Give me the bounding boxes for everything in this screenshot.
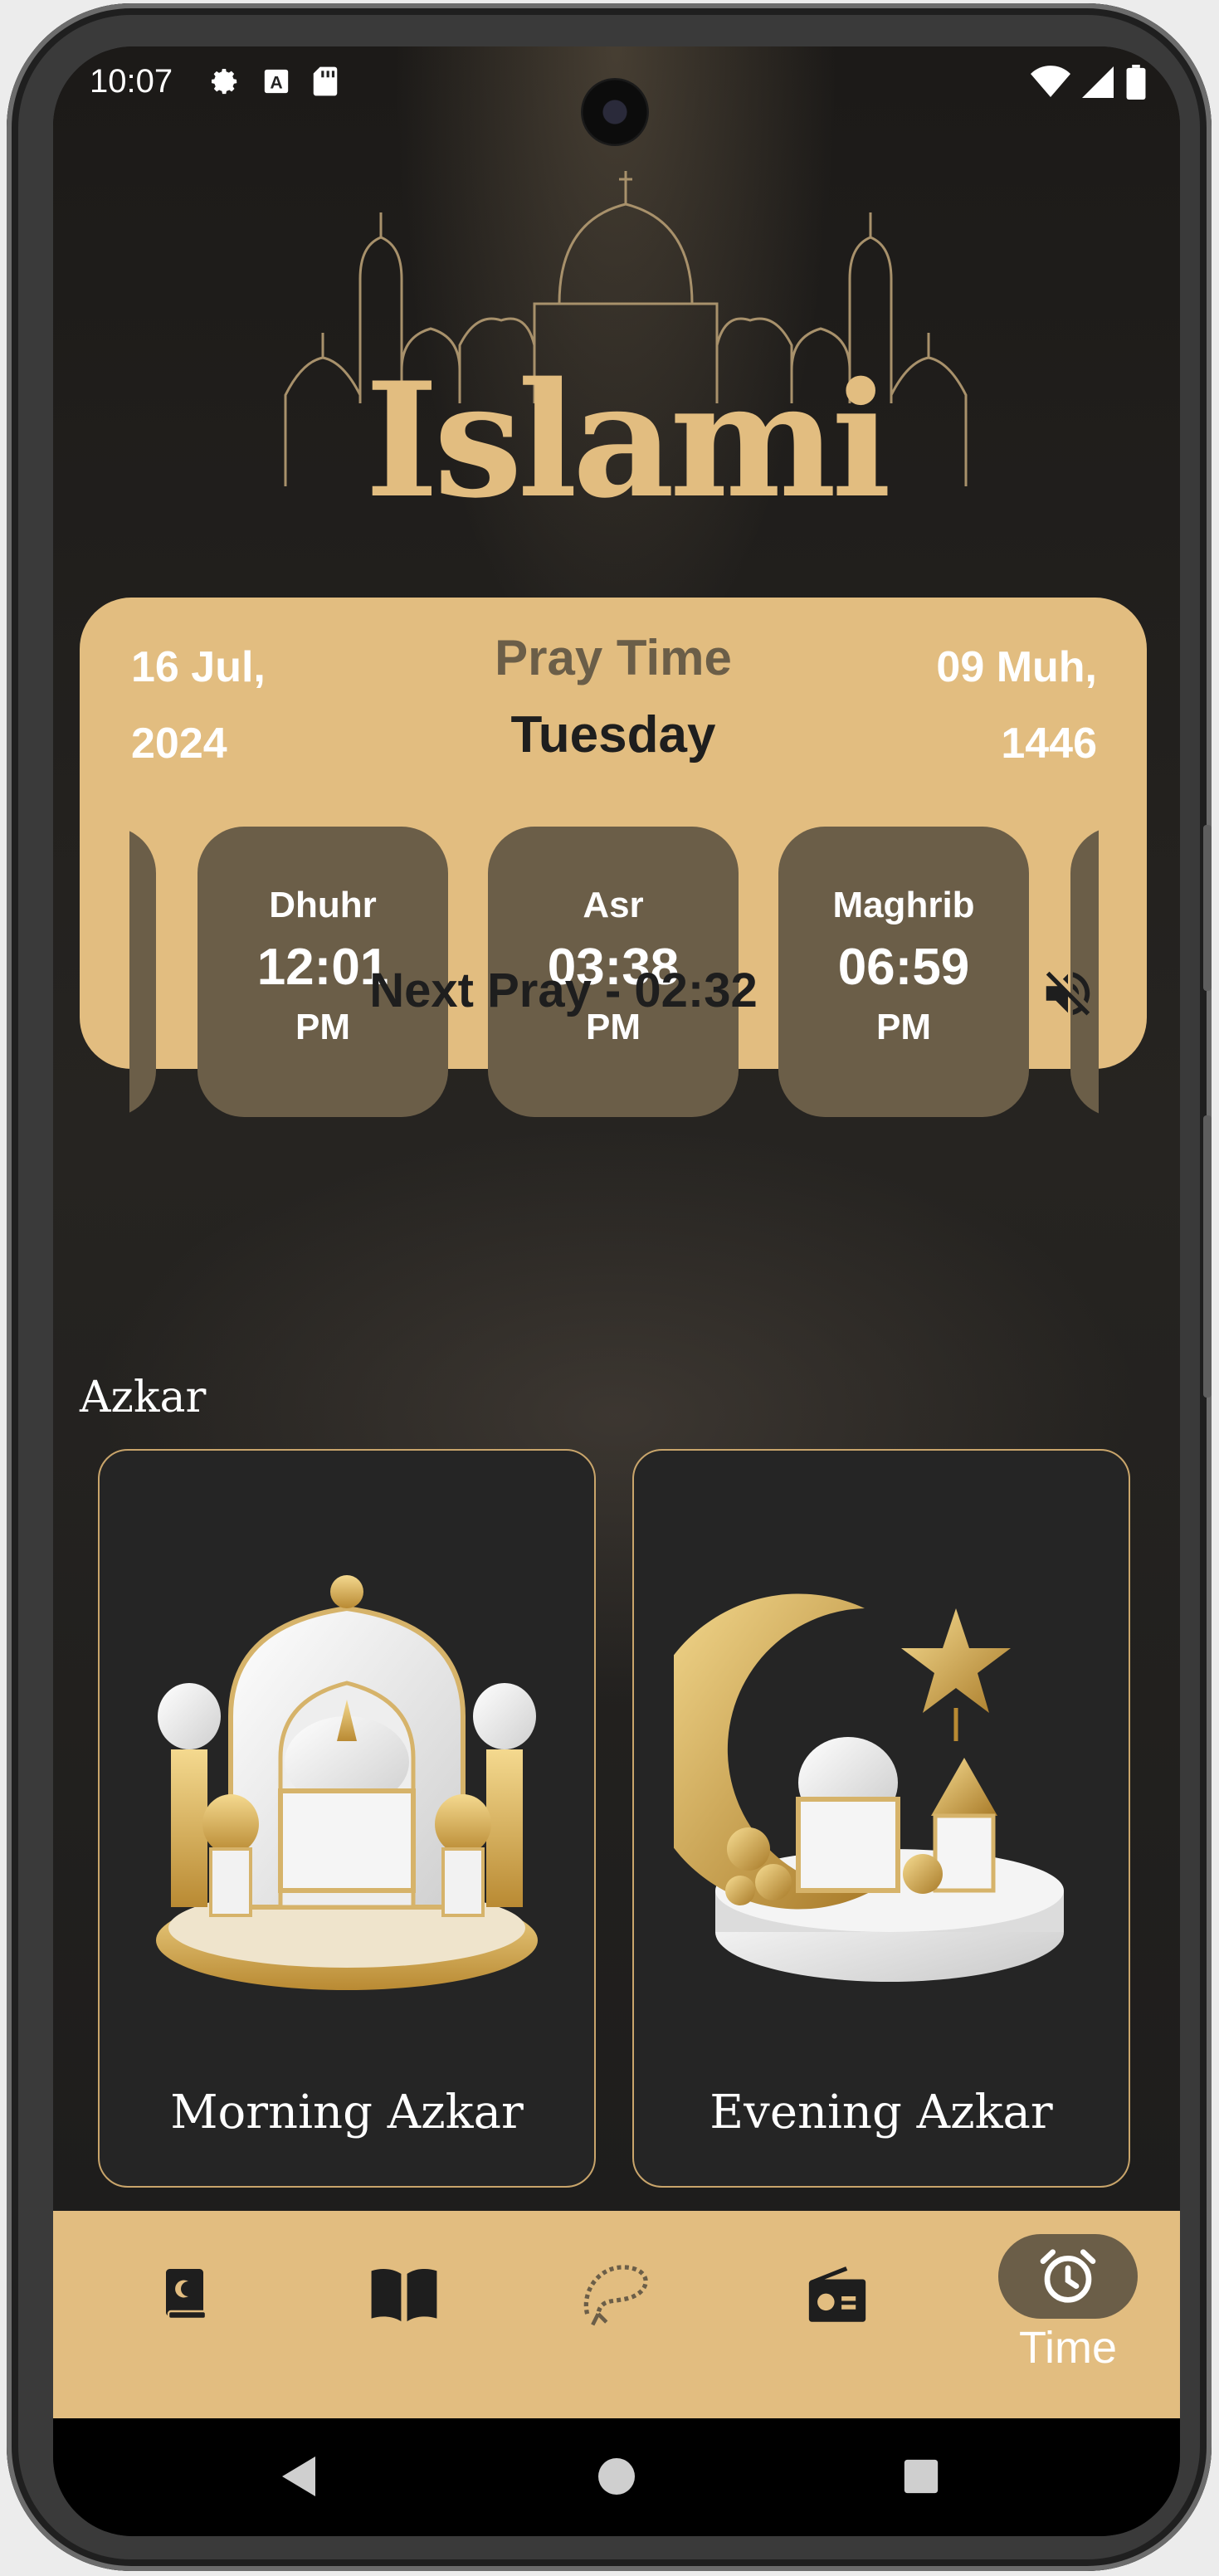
- pray-time-card: 16 Jul, 2024 Pray Time Tuesday 09 Muh, 1…: [80, 598, 1147, 1117]
- recents-icon[interactable]: [903, 2458, 939, 2495]
- cell-signal-icon: [1082, 66, 1114, 98]
- sebha-icon: [583, 2265, 648, 2326]
- logo-text: Islami: [364, 348, 891, 533]
- bottom-navigation: Time: [53, 2211, 1180, 2418]
- phone-frame: 10:07 A Islami 16 Jul, 2024 Pray Time Tu…: [7, 3, 1212, 2571]
- status-time: 10:07: [90, 63, 173, 100]
- hijri-date: 09 Muh, 1446: [936, 643, 1097, 768]
- text-a-icon: A: [264, 69, 289, 94]
- radio-icon: [808, 2266, 866, 2322]
- front-camera: [581, 78, 649, 146]
- alarm-clock-icon: [1040, 2249, 1096, 2303]
- golden-mosque-icon: [156, 1575, 538, 1990]
- nav-radio[interactable]: [770, 2211, 903, 2418]
- power-button: [1203, 1115, 1212, 1398]
- volume-off-icon: [1046, 971, 1090, 1016]
- crescent-star-mosque-icon: [674, 1593, 1064, 1982]
- morning-azkar-label: Morning Azkar: [170, 2086, 524, 2139]
- battery-icon: [1126, 65, 1146, 100]
- morning-azkar-card[interactable]: Morning Azkar: [98, 1449, 596, 2188]
- screen: 10:07 A Islami 16 Jul, 2024 Pray Time Tu…: [53, 46, 1180, 2536]
- app-logo: Islami: [236, 154, 1016, 544]
- azkar-section-title: Azkar: [80, 1373, 207, 1422]
- home-icon[interactable]: [597, 2456, 636, 2496]
- nav-hadith[interactable]: [339, 2211, 471, 2418]
- system-navigation-bar: [53, 2418, 1180, 2536]
- evening-azkar-card[interactable]: Evening Azkar: [632, 1449, 1130, 2188]
- svg-text:A: A: [270, 73, 282, 93]
- mute-button[interactable]: [1039, 964, 1097, 1022]
- volume-button: [1203, 825, 1212, 991]
- nav-sebha[interactable]: [551, 2211, 684, 2418]
- evening-azkar-label: Evening Azkar: [709, 2086, 1053, 2139]
- nav-time[interactable]: [998, 2234, 1138, 2319]
- nav-quran[interactable]: [119, 2211, 252, 2418]
- nav-time-label: Time: [1019, 2323, 1117, 2373]
- wifi-icon: [1031, 66, 1070, 97]
- quran-icon: [166, 2269, 207, 2320]
- next-pray-countdown: Next Pray - 02:32: [369, 964, 758, 1017]
- settings-icon: [212, 69, 237, 95]
- back-icon[interactable]: [279, 2455, 319, 2498]
- hadith-book-icon: [371, 2268, 437, 2322]
- sd-card-icon: [313, 66, 338, 96]
